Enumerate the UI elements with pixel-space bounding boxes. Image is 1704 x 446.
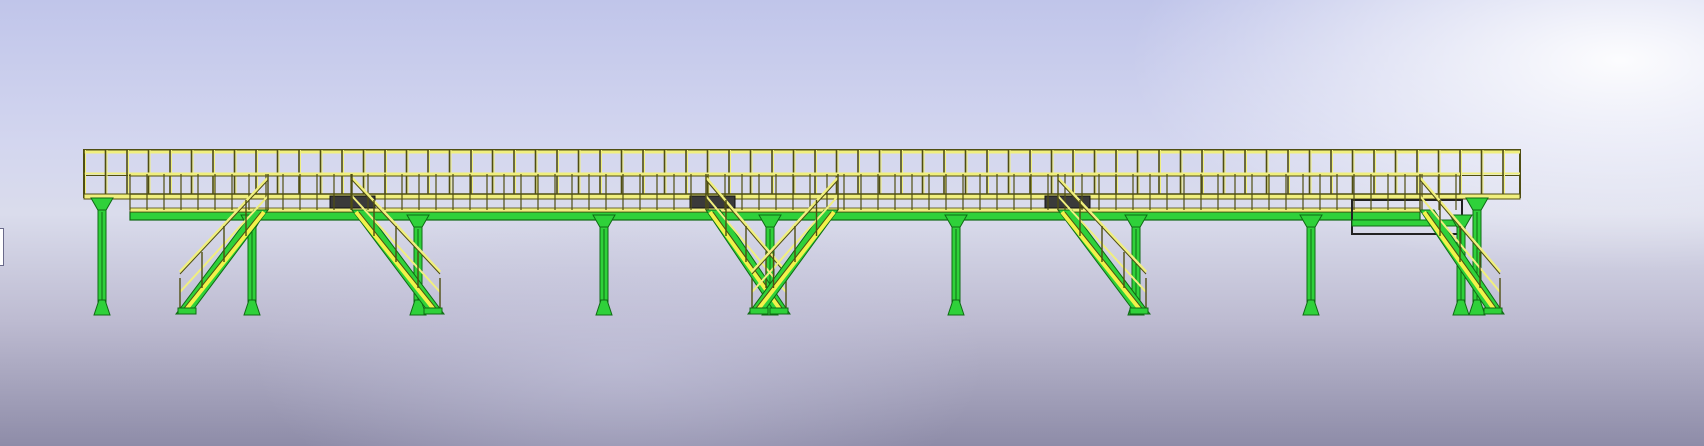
deck-grating-edge [129, 207, 1421, 213]
stair-base-plate [177, 307, 197, 315]
column-base [595, 299, 613, 316]
walkway-model [83, 149, 1521, 316]
support-column [90, 197, 114, 316]
cad-viewport[interactable] [0, 0, 1704, 446]
column-base [243, 299, 261, 316]
column-base [1452, 299, 1470, 316]
support-column [1299, 214, 1323, 316]
stair-base-plate [749, 307, 769, 315]
support-column [592, 214, 616, 316]
stair-base-plate [423, 307, 443, 315]
stair-base-plate [769, 307, 789, 315]
column-base [947, 299, 965, 316]
column-base [93, 299, 111, 316]
column-base [1302, 299, 1320, 316]
support-column [944, 214, 968, 316]
stair-base-plate [1129, 307, 1149, 315]
stair-base-plate [1483, 307, 1503, 315]
